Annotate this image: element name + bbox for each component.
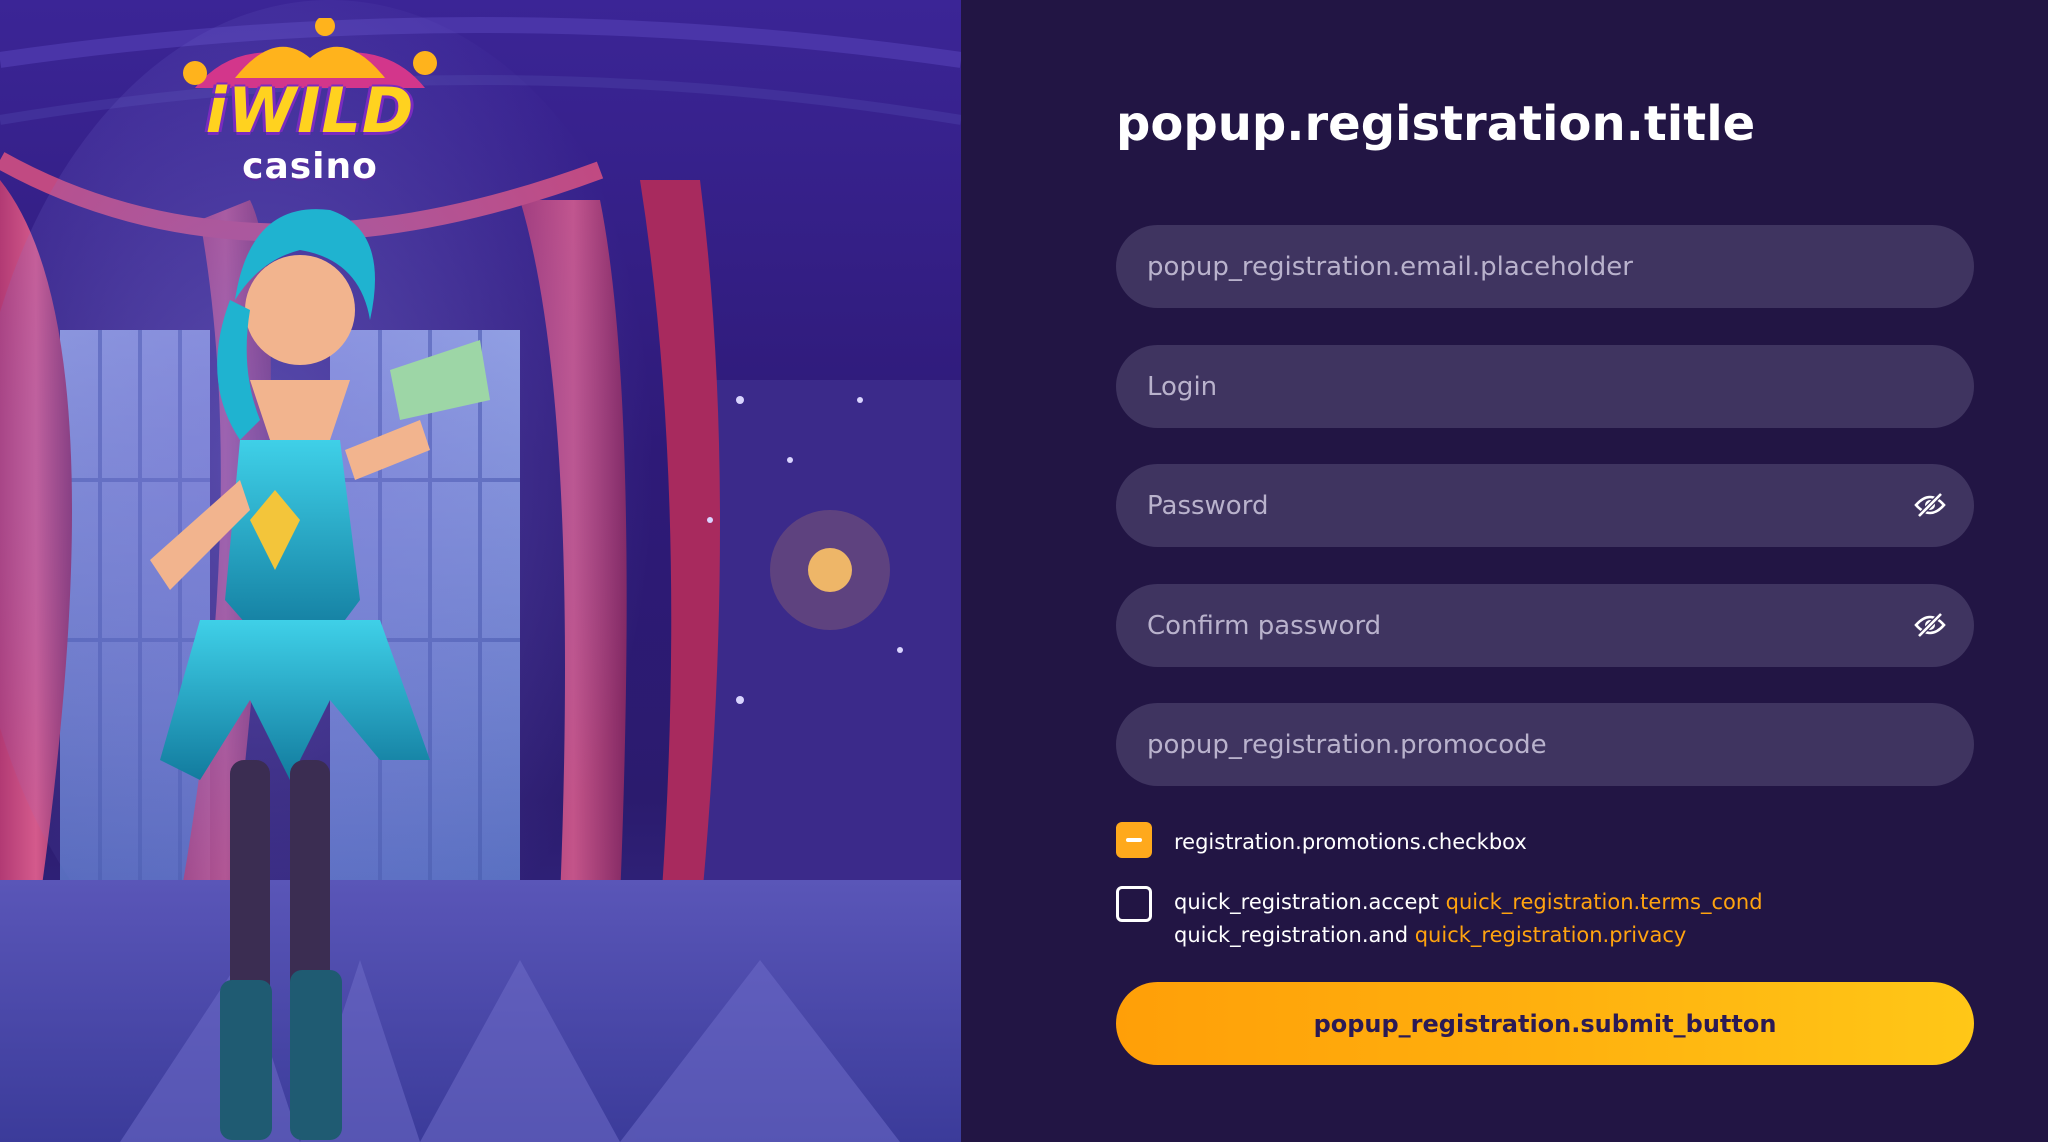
promotions-checkbox[interactable]	[1116, 822, 1152, 858]
terms-accept-text: quick_registration.accept	[1174, 890, 1439, 914]
confirm-password-field[interactable]	[1116, 584, 1974, 667]
promotions-checkbox-row: registration.promotions.checkbox	[1116, 822, 1974, 862]
email-field-wrapper	[1116, 225, 1974, 308]
page-title: popup.registration.title	[1116, 96, 1756, 152]
submit-button[interactable]: popup_registration.submit_button	[1116, 982, 1974, 1065]
privacy-link[interactable]: quick_registration.privacy	[1415, 923, 1687, 947]
promo-artwork: iWILD casino	[0, 0, 961, 1142]
terms-and-text: quick_registration.and	[1174, 923, 1409, 947]
terms-checkbox-row: quick_registration.accept quick_registra…	[1116, 886, 1974, 956]
confirm-password-field-wrapper	[1116, 584, 1974, 667]
logo-sub-text: casino	[242, 146, 378, 187]
terms-link[interactable]: quick_registration.terms_cond	[1446, 890, 1763, 914]
terms-text: quick_registration.accept quick_registra…	[1174, 886, 1763, 952]
login-field-wrapper	[1116, 345, 1974, 428]
brand-logo: iWILD casino	[175, 18, 445, 187]
password-field[interactable]	[1116, 464, 1974, 547]
login-field[interactable]	[1116, 345, 1974, 428]
promocode-field-wrapper	[1116, 703, 1974, 786]
email-field[interactable]	[1116, 225, 1974, 308]
eye-off-icon[interactable]	[1914, 611, 1946, 639]
terms-checkbox[interactable]	[1116, 886, 1152, 922]
eye-off-icon[interactable]	[1914, 491, 1946, 519]
promotions-checkbox-label: registration.promotions.checkbox	[1174, 830, 1527, 854]
casino-hall-illustration	[0, 0, 961, 1142]
promocode-field[interactable]	[1116, 703, 1974, 786]
logo-brand-text: iWILD	[205, 74, 415, 147]
password-field-wrapper	[1116, 464, 1974, 547]
